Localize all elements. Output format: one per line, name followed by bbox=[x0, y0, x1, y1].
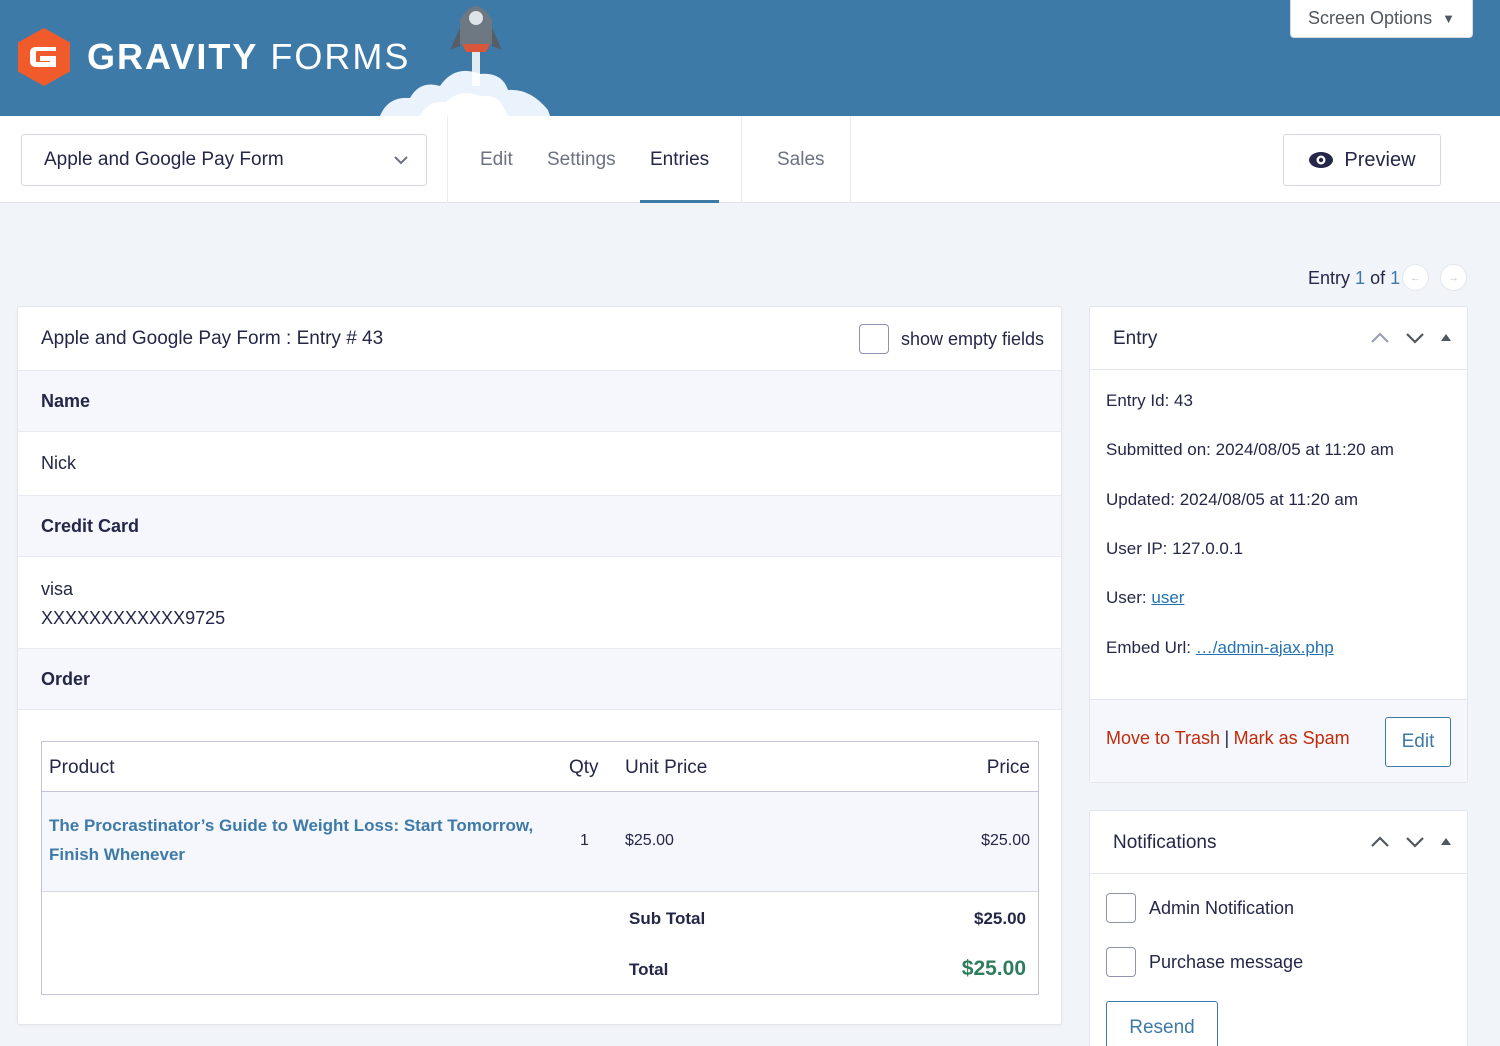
total-label: Total bbox=[629, 960, 669, 979]
purchase-message-checkbox[interactable] bbox=[1106, 947, 1136, 977]
col-qty: Qty bbox=[569, 757, 599, 778]
user-line: User: user bbox=[1106, 588, 1184, 608]
product-name-line1: The Procrastinator’s Guide to Weight Los… bbox=[49, 816, 534, 835]
subtotal-label: Sub Total bbox=[629, 909, 706, 928]
eye-icon bbox=[1309, 152, 1334, 168]
admin-notification-label: Admin Notification bbox=[1149, 897, 1295, 918]
embed-url-label: Embed Url: bbox=[1106, 638, 1192, 657]
show-empty-fields-checkbox[interactable] bbox=[859, 324, 889, 354]
product-link[interactable]: The Procrastinator’s Guide to Weight Los… bbox=[49, 811, 549, 869]
admin-notification-checkbox[interactable] bbox=[1106, 893, 1136, 923]
updated-on: Updated: 2024/08/05 at 11:20 am bbox=[1106, 490, 1359, 509]
next-entry-button[interactable]: → bbox=[1440, 264, 1467, 291]
tab-group-sales: Sales bbox=[741, 116, 851, 203]
col-price: Price bbox=[986, 757, 1030, 778]
notifications-box: Notifications Admin Notification Purchas… bbox=[1089, 810, 1468, 1046]
submitted-on: Submitted on: 2024/08/05 at 11:20 am bbox=[1106, 440, 1394, 459]
gravity-forms-logo-icon bbox=[18, 28, 70, 86]
item-qty: 1 bbox=[580, 832, 589, 849]
entry-info-title: Entry bbox=[1113, 328, 1158, 349]
col-product: Product bbox=[49, 757, 115, 778]
move-up-icon[interactable] bbox=[1369, 833, 1391, 851]
item-unit-price: $25.00 bbox=[625, 832, 674, 849]
entry-actions: Move to Trash | Mark as Spam bbox=[1106, 728, 1350, 749]
user-label: User: bbox=[1106, 588, 1147, 607]
pager-of: of bbox=[1370, 267, 1386, 288]
purchase-message-label: Purchase message bbox=[1149, 951, 1304, 972]
field-label-order: Order bbox=[18, 648, 1061, 710]
caret-down-icon: ▼ bbox=[1442, 11, 1455, 26]
entry-info-box: Entry Entry Id: 43 Submitted on: 2024/08… bbox=[1089, 306, 1468, 783]
form-toolbar: Apple and Google Pay Form Edit Settings … bbox=[0, 116, 1500, 203]
order-table: Product Qty Unit Price Price The Procras… bbox=[41, 741, 1039, 995]
move-up-icon[interactable] bbox=[1369, 329, 1391, 347]
edit-entry-button[interactable]: Edit bbox=[1385, 717, 1451, 767]
embed-url-line: Embed Url: …/admin-ajax.php bbox=[1106, 638, 1334, 658]
pager-total: 1 bbox=[1390, 267, 1401, 288]
field-label-name: Name bbox=[18, 370, 1061, 432]
notification-item-admin[interactable]: Admin Notification bbox=[1106, 893, 1294, 923]
entry-info-header: Entry bbox=[1090, 307, 1467, 370]
preview-button[interactable]: Preview bbox=[1283, 134, 1441, 186]
order-summary: Sub Total $25.00 Total $25.00 bbox=[42, 893, 1038, 994]
order-table-header: Product Qty Unit Price Price bbox=[42, 742, 1038, 792]
embed-url-link[interactable]: …/admin-ajax.php bbox=[1196, 638, 1334, 657]
tab-settings-label: Settings bbox=[547, 148, 616, 170]
user-ip: User IP: 127.0.0.1 bbox=[1106, 539, 1244, 558]
total-value: $25.00 bbox=[961, 957, 1026, 980]
top-header: GRAVITY FORMS Screen Options ▼ bbox=[0, 0, 1500, 116]
tab-entries[interactable]: Entries bbox=[639, 116, 720, 203]
subtotal-value: $25.00 bbox=[974, 909, 1026, 928]
actions-separator: | bbox=[1224, 728, 1230, 748]
tab-group-form: Edit Settings Entries bbox=[447, 116, 741, 203]
user-link[interactable]: user bbox=[1151, 588, 1184, 607]
entry-title: Apple and Google Pay Form : Entry # 43 bbox=[41, 328, 384, 349]
form-switcher-value: Apple and Google Pay Form bbox=[44, 149, 284, 170]
entry-actions-footer: Move to Trash | Mark as Spam Edit bbox=[1090, 699, 1467, 782]
tab-settings[interactable]: Settings bbox=[547, 116, 616, 203]
move-down-icon[interactable] bbox=[1404, 329, 1426, 347]
screen-options-label: Screen Options bbox=[1308, 8, 1433, 28]
move-to-trash-link[interactable]: Move to Trash bbox=[1106, 728, 1220, 748]
mark-as-spam-link[interactable]: Mark as Spam bbox=[1234, 728, 1350, 748]
rocket-illustration-icon bbox=[380, 6, 550, 116]
logo-wordmark: GRAVITY FORMS bbox=[87, 36, 411, 77]
field-label-credit-card: Credit Card bbox=[18, 495, 1061, 557]
collapse-toggle-icon[interactable] bbox=[1439, 329, 1453, 347]
product-name-line2: Finish Whenever bbox=[49, 845, 186, 864]
collapse-toggle-icon[interactable] bbox=[1439, 833, 1453, 851]
col-unit-price: Unit Price bbox=[625, 757, 708, 778]
pager-prefix: Entry bbox=[1308, 267, 1351, 288]
field-value-name: Nick bbox=[41, 453, 76, 473]
notifications-title: Notifications bbox=[1113, 832, 1217, 853]
show-empty-fields-label: show empty fields bbox=[901, 328, 1045, 349]
form-switcher-select[interactable]: Apple and Google Pay Form bbox=[21, 134, 427, 186]
entry-id: Entry Id: 43 bbox=[1106, 391, 1193, 410]
entry-detail-card: Apple and Google Pay Form : Entry # 43 s… bbox=[17, 306, 1062, 1025]
tab-edit[interactable]: Edit bbox=[480, 116, 513, 203]
show-empty-fields-toggle[interactable]: show empty fields bbox=[859, 324, 1044, 354]
resend-button[interactable]: Resend bbox=[1106, 1001, 1218, 1046]
entry-pager: Entry 1 of 1 bbox=[1308, 264, 1400, 292]
tab-edit-label: Edit bbox=[480, 148, 513, 170]
preview-label: Preview bbox=[1344, 148, 1416, 171]
field-value-card-type: visa bbox=[41, 579, 74, 599]
chevron-down-icon bbox=[394, 156, 408, 165]
notifications-header: Notifications bbox=[1090, 811, 1467, 874]
arrow-left-icon: ← bbox=[1410, 271, 1421, 284]
move-down-icon[interactable] bbox=[1404, 833, 1426, 851]
arrow-right-icon: → bbox=[1448, 271, 1459, 284]
item-price: $25.00 bbox=[981, 832, 1030, 849]
tab-sales[interactable]: Sales bbox=[777, 116, 825, 203]
pager-current: 1 bbox=[1355, 267, 1366, 288]
notification-item-purchase[interactable]: Purchase message bbox=[1106, 947, 1303, 977]
prev-entry-button[interactable]: ← bbox=[1402, 264, 1429, 291]
screen-options-button[interactable]: Screen Options ▼ bbox=[1290, 0, 1473, 38]
field-value-card-number: XXXXXXXXXXXX9725 bbox=[41, 608, 226, 628]
table-row: The Procrastinator’s Guide to Weight Los… bbox=[42, 792, 1038, 892]
tab-entries-label: Entries bbox=[650, 148, 710, 170]
tab-sales-label: Sales bbox=[777, 148, 825, 170]
